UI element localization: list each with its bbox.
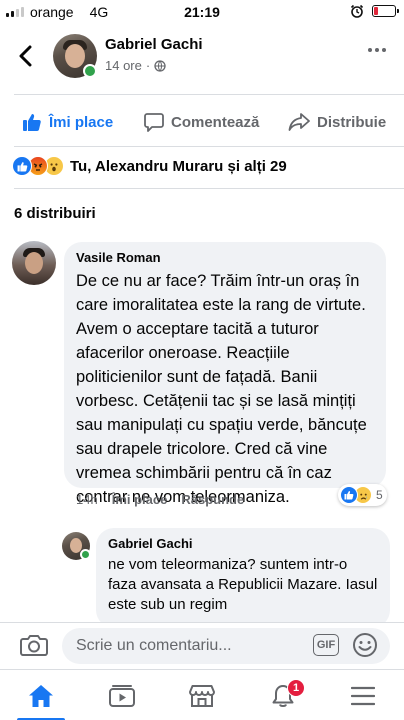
post-meta: 14 ore · bbox=[105, 58, 166, 73]
tab-marketplace[interactable] bbox=[162, 670, 242, 720]
globe-icon bbox=[154, 59, 166, 72]
post-time[interactable]: 14 ore bbox=[105, 58, 142, 73]
divider bbox=[14, 94, 404, 95]
alarm-icon bbox=[350, 4, 364, 18]
hamburger-menu-icon bbox=[351, 686, 375, 705]
emoji-icon bbox=[353, 633, 377, 657]
reactions-summary[interactable]: Tu, Alexandru Muraru și alți 29 bbox=[12, 156, 287, 176]
tab-home[interactable] bbox=[1, 670, 81, 720]
thumbs-up-icon bbox=[23, 114, 41, 131]
comment-button[interactable]: Comentează bbox=[144, 112, 259, 132]
online-indicator bbox=[80, 549, 91, 560]
tab-notifications[interactable]: 1 bbox=[243, 670, 323, 720]
comment-icon bbox=[144, 113, 164, 132]
comment-bubble: Vasile Roman De ce nu ar face? Trăim înt… bbox=[64, 242, 386, 506]
emoji-button[interactable] bbox=[352, 632, 378, 663]
comment-input[interactable] bbox=[62, 628, 390, 664]
camera-icon bbox=[20, 635, 48, 656]
back-button[interactable] bbox=[12, 42, 40, 70]
reply-text: ne vom teleormaniza? suntem intr-o faza … bbox=[108, 556, 378, 613]
gif-button[interactable]: GIF bbox=[313, 634, 339, 656]
like-reaction-icon bbox=[12, 156, 32, 176]
divider bbox=[14, 146, 404, 147]
comment-reaction-count: 5 bbox=[376, 488, 383, 502]
comment-meta: 14h Îmi place Răspunde bbox=[76, 492, 258, 507]
like-reaction-icon bbox=[340, 486, 358, 504]
bottom-tab-bar: 1 bbox=[0, 669, 404, 720]
share-label: Distribuie bbox=[317, 113, 387, 131]
comment-text: De ce nu ar face? Trăim într-un oraș în … bbox=[76, 272, 367, 506]
camera-button[interactable] bbox=[20, 633, 48, 662]
notification-badge: 1 bbox=[287, 679, 305, 697]
like-button[interactable]: Îmi place bbox=[22, 112, 113, 132]
comment-time: 14h bbox=[76, 492, 98, 507]
status-bar: orange 4G 21:19 bbox=[0, 0, 404, 24]
comment-reactions[interactable]: 5 bbox=[338, 484, 387, 506]
comment-composer: GIF bbox=[0, 622, 404, 668]
post-actions: Îmi place Comentează Distribuie bbox=[0, 104, 404, 144]
divider bbox=[14, 188, 404, 189]
reactions-text: Tu, Alexandru Muraru și alți 29 bbox=[70, 157, 287, 175]
comment-reply-button[interactable]: Răspunde bbox=[181, 492, 244, 507]
share-icon bbox=[288, 113, 310, 131]
online-indicator bbox=[83, 64, 97, 78]
reply-author[interactable]: Gabriel Gachi bbox=[108, 536, 378, 551]
status-right bbox=[350, 4, 399, 18]
clock: 21:19 bbox=[184, 4, 220, 20]
chevron-left-icon bbox=[19, 45, 32, 67]
like-label: Îmi place bbox=[49, 113, 114, 131]
comment-label: Comentează bbox=[171, 113, 260, 131]
post-header: Gabriel Gachi 14 ore · bbox=[0, 30, 404, 86]
home-icon bbox=[29, 684, 53, 707]
video-icon bbox=[109, 684, 135, 707]
commenter-avatar[interactable] bbox=[12, 241, 56, 285]
comment-like-button[interactable]: Îmi place bbox=[112, 492, 168, 507]
share-button[interactable]: Distribuie bbox=[288, 112, 386, 132]
comment-author[interactable]: Vasile Roman bbox=[76, 250, 374, 265]
reply-bubble: Gabriel Gachi ne vom teleormaniza? sunte… bbox=[96, 528, 390, 628]
tab-watch[interactable] bbox=[82, 670, 162, 720]
tab-menu[interactable] bbox=[323, 670, 403, 720]
shares-count[interactable]: 6 distribuiri bbox=[14, 205, 96, 222]
marketplace-icon bbox=[189, 684, 215, 707]
post-author-name[interactable]: Gabriel Gachi bbox=[105, 36, 203, 53]
more-options-button[interactable] bbox=[368, 48, 386, 52]
battery-icon bbox=[372, 5, 399, 17]
